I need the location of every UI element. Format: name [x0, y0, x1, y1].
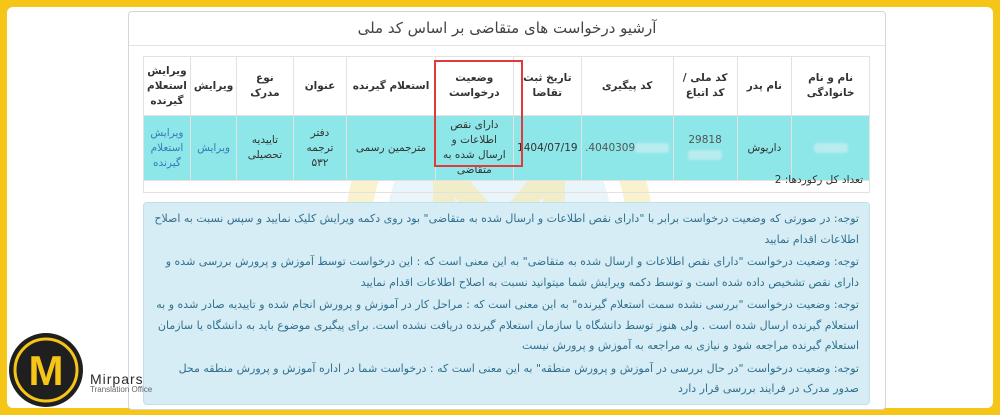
- col-header-edit-inquirer: ویرایش استعلام گیرنده: [143, 56, 191, 116]
- svg-text:M: M: [29, 347, 64, 394]
- archive-panel: آرشیو درخواست های متقاضی بر اساس کد ملی …: [128, 11, 886, 410]
- col-header-inquirer[interactable]: استعلام گیرنده: [346, 56, 436, 116]
- col-header-tracking-code[interactable]: کد پیگیری: [580, 56, 674, 116]
- col-header-doc-type[interactable]: نوع مدرک: [236, 56, 294, 116]
- col-header-edit: ویرایش: [189, 56, 238, 116]
- note-item: توجه: وضعیت درخواست "در حال بررسی در آمو…: [178, 361, 859, 396]
- status-highlight-box: [434, 60, 523, 167]
- mirpars-logo-icon: M: [9, 333, 83, 407]
- record-count: تعداد کل رکوردها: 2: [143, 168, 870, 193]
- redacted-national-code: [688, 150, 723, 160]
- col-header-date[interactable]: تاریخ ثبت تقاضا: [513, 56, 582, 116]
- note-item: توجه: وضعیت درخواست "بررسی نشده سمت استع…: [156, 298, 859, 352]
- col-header-title[interactable]: عنوان: [292, 56, 348, 116]
- notes-box: توجه: در صورتی که وضعیت درخواست برابر با…: [143, 202, 870, 405]
- redacted-tracking-code: [635, 142, 670, 153]
- panel-title: آرشیو درخواست های متقاضی بر اساس کد ملی: [129, 12, 885, 46]
- note-item: توجه: وضعیت درخواست "دارای نقص اطلاعات و…: [165, 255, 859, 289]
- col-header-national-code[interactable]: کد ملی /کد اتباع: [672, 56, 738, 116]
- note-item: توجه: در صورتی که وضعیت درخواست برابر با…: [154, 212, 859, 246]
- brand: Mirpars Translation Office: [90, 371, 152, 394]
- col-header-name[interactable]: نام و نام خانوادگی: [791, 56, 870, 116]
- col-header-father[interactable]: نام پدر: [736, 56, 793, 116]
- redacted-name: [813, 142, 848, 153]
- brand-tagline: Translation Office: [90, 385, 153, 394]
- page-frame: آرشیو درخواست های متقاضی بر اساس کد ملی …: [7, 7, 993, 410]
